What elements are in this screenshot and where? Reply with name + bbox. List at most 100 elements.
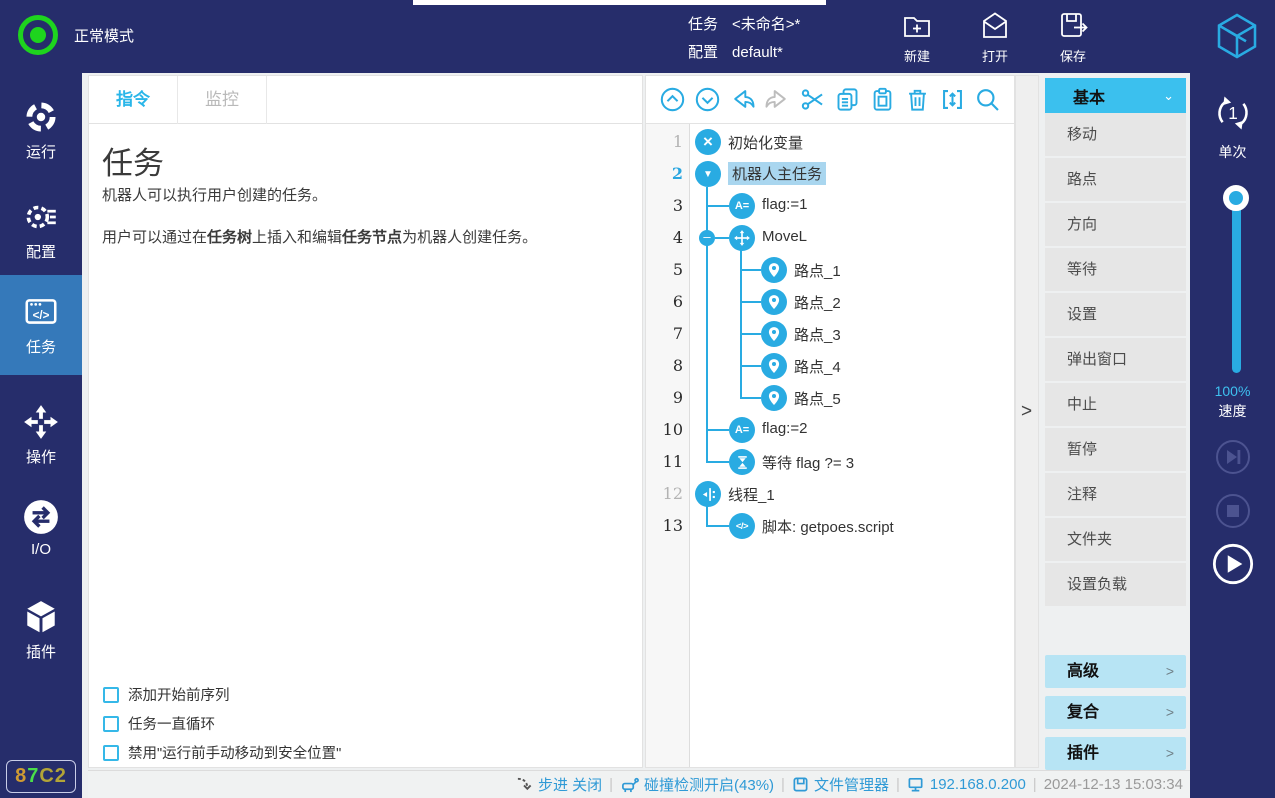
tree-row[interactable]: 11 等待 flag ?= 3 [646,446,1014,478]
command-category-dropdown[interactable]: 基本 ⌄ [1045,78,1186,113]
command-item-move[interactable]: 移动 [1045,113,1186,156]
tree-row[interactable]: 2 ▼ 机器人主任务 [646,158,1014,190]
assignment-icon[interactable]: A= [729,417,755,443]
panel-expand-handle[interactable]: > [1015,75,1039,768]
command-item-set[interactable]: 设置 [1045,293,1186,336]
tree-row[interactable]: 12 线程_1 [646,478,1014,510]
tab-instruction[interactable]: 指令 [89,76,178,124]
checkbox-task-loop[interactable]: 任务一直循环 [103,709,341,738]
sidebar-item-config[interactable]: 配置 [0,198,82,262]
sidebar-item-plugin[interactable]: 插件 [0,598,82,662]
tree-row[interactable]: 5 路点_1 [646,254,1014,286]
tree-toolbar [646,76,1014,124]
page-title: 任务 [102,138,164,183]
wait-hourglass-icon[interactable] [729,449,755,475]
tree-row[interactable]: 1 × 初始化变量 [646,126,1014,158]
sidebar-item-task[interactable]: </> 任务 [0,275,82,375]
tree-row[interactable]: 9 路点_5 [646,382,1014,414]
datetime: 2024-12-13 15:03:34 [1044,776,1183,793]
code-window-icon: </> [0,293,82,331]
open-task-button[interactable]: 打开 [962,9,1028,65]
undo-icon[interactable] [729,86,756,113]
open-task-label: 打开 [962,46,1028,65]
command-item-payload[interactable]: 设置负载 [1045,563,1186,606]
save-icon [1040,9,1106,43]
tree-row[interactable]: 7 路点_3 [646,318,1014,350]
search-icon[interactable] [974,86,1001,113]
command-item-popup[interactable]: 弹出窗口 [1045,338,1186,381]
command-item-direction[interactable]: 方向 [1045,203,1186,246]
waypoint-icon[interactable] [761,257,787,283]
category-label: 基本 [1073,84,1105,108]
script-icon[interactable]: </> [729,513,755,539]
chevron-right-icon: > [1166,737,1174,770]
speed-slider-thumb[interactable] [1223,185,1249,211]
init-variables-icon[interactable]: × [695,129,721,155]
waypoint-icon[interactable] [761,289,787,315]
chevron-right-icon: > [1166,696,1174,729]
command-item-waypoint[interactable]: 路点 [1045,158,1186,201]
chevron-right-icon: > [1166,655,1174,688]
group-composite[interactable]: 复合> [1045,696,1186,729]
task-tree-panel: – 1 × 初始化变量 2 ▼ 机器人主任务 3 A= flag:=1 4 Mo… [645,75,1015,768]
command-item-pause[interactable]: 暂停 [1045,428,1186,471]
sidebar-item-label: 运行 [0,141,82,162]
tree-row[interactable]: 3 A= flag:=1 [646,190,1014,222]
tree-row[interactable]: 10 A= flag:=2 [646,414,1014,446]
paste-icon[interactable] [869,86,896,113]
sidebar-item-run[interactable]: 运行 [0,98,82,162]
file-manager-button[interactable]: 文件管理器 [792,774,889,795]
new-task-button[interactable]: 新建 [884,9,950,65]
step-arrow-icon [516,776,533,793]
step-forward-button[interactable] [1215,439,1251,480]
command-item-comment[interactable]: 注释 [1045,473,1186,516]
tab-monitor[interactable]: 监控 [178,76,267,124]
checkbox-icon[interactable] [103,687,119,703]
sidebar-item-io[interactable]: I/O [0,498,82,558]
io-arrows-icon [0,498,82,536]
copy-icon[interactable] [834,86,861,113]
network-status[interactable]: 192.168.0.200 [907,776,1026,793]
command-panel: 基本 ⌄ 移动 路点 方向 等待 设置 弹出窗口 中止 暂停 注释 文件夹 设置… [1045,75,1186,770]
waypoint-icon[interactable] [761,321,787,347]
cycle-mode-button[interactable]: 1 单次 [1190,91,1275,162]
group-advanced[interactable]: 高级> [1045,655,1186,688]
stop-button[interactable] [1215,493,1251,534]
step-mode-status[interactable]: 步进 关闭 [516,774,602,795]
speed-label: 速度 [1190,401,1275,421]
checkbox-icon[interactable] [103,745,119,761]
move-down-icon[interactable] [694,86,721,113]
thread-icon[interactable] [695,481,721,507]
collision-detection-status[interactable]: 碰撞检测开启(43%) [620,774,774,795]
speed-slider-track[interactable] [1232,198,1241,373]
checkbox-disable-safe-move[interactable]: 禁用"运行前手动移动到安全位置" [103,738,341,767]
doc-paragraph-1: 机器人可以执行用户创建的任务。 [102,184,327,205]
save-task-button[interactable]: 保存 [1040,9,1106,65]
expand-triangle-icon[interactable]: ▼ [695,161,721,187]
checkbox-add-pre-sequence[interactable]: 添加开始前序列 [103,680,341,709]
collapse-all-icon[interactable] [939,86,966,113]
tree-row[interactable]: 8 路点_4 [646,350,1014,382]
group-plugin[interactable]: 插件> [1045,737,1186,770]
move-up-icon[interactable] [659,86,686,113]
command-item-folder[interactable]: 文件夹 [1045,518,1186,561]
waypoint-icon[interactable] [761,353,787,379]
waypoint-icon[interactable] [761,385,787,411]
config-label: 配置 [688,39,718,67]
command-list: 移动 路点 方向 等待 设置 弹出窗口 中止 暂停 注释 文件夹 设置负载 [1045,113,1186,608]
tree-row[interactable]: 13 </> 脚本: getpoes.script [646,510,1014,542]
checkbox-icon[interactable] [103,716,119,732]
delete-icon[interactable] [904,86,931,113]
command-item-wait[interactable]: 等待 [1045,248,1186,291]
move-command-icon[interactable] [729,225,755,251]
assignment-icon[interactable]: A= [729,193,755,219]
sidebar-item-operate[interactable]: 操作 [0,403,82,467]
command-item-abort[interactable]: 中止 [1045,383,1186,426]
sidebar-item-label: 插件 [0,641,82,662]
play-button[interactable] [1212,543,1254,590]
tree-row[interactable]: 4 MoveL [646,222,1014,254]
tree-row[interactable]: 6 路点_2 [646,286,1014,318]
redo-icon[interactable] [764,86,791,113]
doc-paragraph-2: 用户可以通过在任务树上插入和编辑任务节点为机器人创建任务。 [102,226,537,247]
cut-icon[interactable] [799,86,826,113]
